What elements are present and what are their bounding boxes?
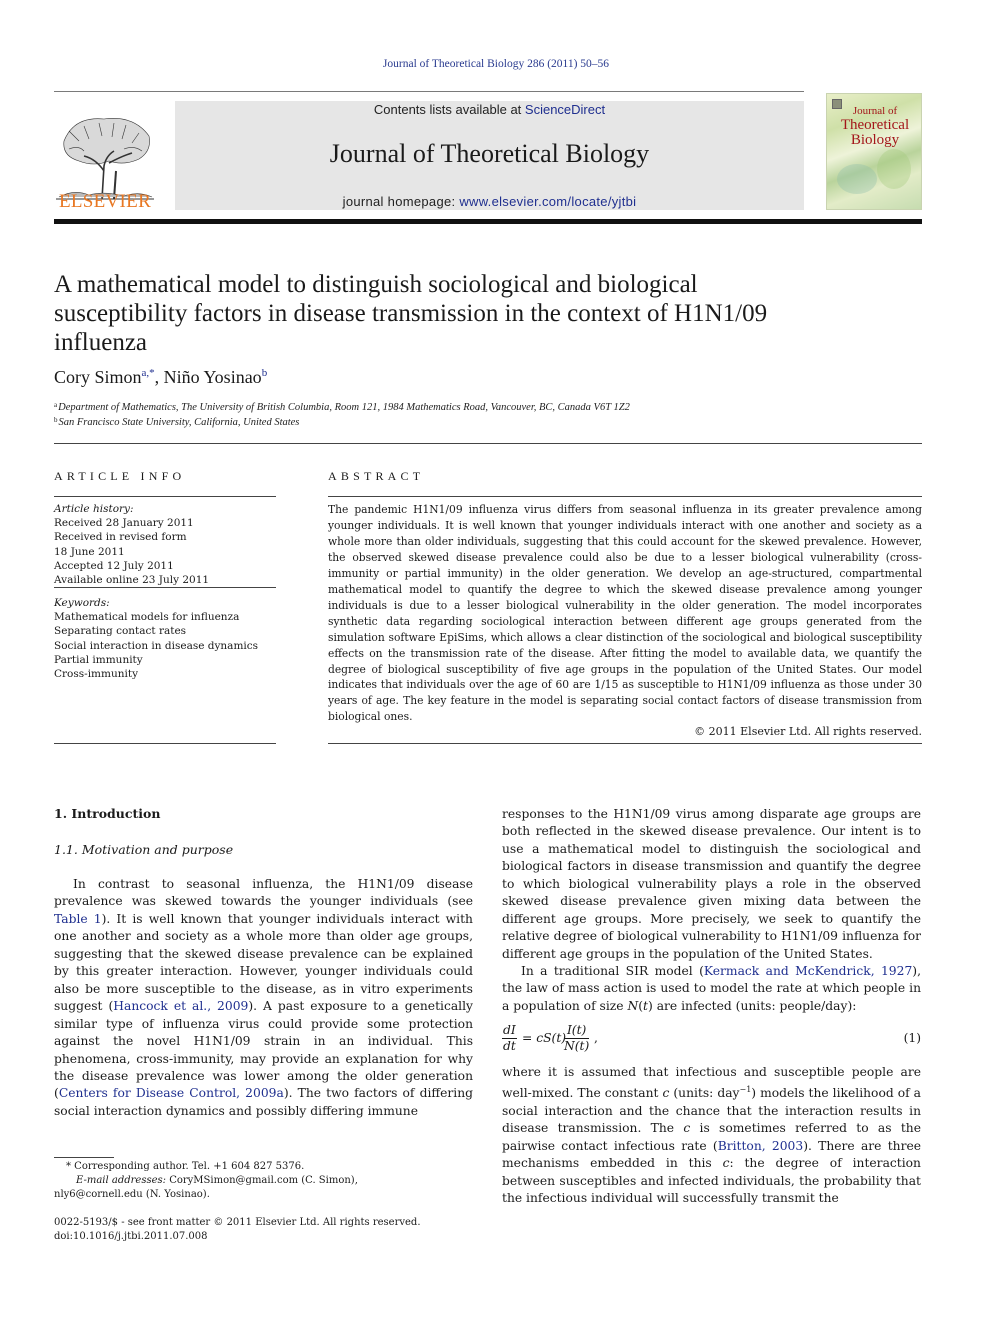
journal-title: Journal of Theoretical Biology	[329, 139, 650, 168]
header-top-rule	[54, 91, 804, 92]
article-info-heading: ARTICLE INFO	[54, 469, 186, 483]
text-run: ). It is well known that younger individ…	[54, 911, 473, 1014]
cover-title-line: Journal of	[852, 105, 898, 117]
elsevier-wordmark: ELSEVIER	[58, 191, 152, 212]
fraction-denominator: N(t)	[564, 1039, 590, 1053]
history-item: Received in revised form	[54, 531, 187, 544]
email-link[interactable]: nly6@cornell.edu (N. Yosinao).	[54, 1188, 474, 1202]
divider	[328, 496, 922, 497]
author-separator: ,	[154, 367, 164, 387]
author-name: Cory Simon	[54, 367, 142, 387]
divider	[328, 743, 922, 744]
equation-1: dI dt = cS(t) I(t) N(t) , (1)	[502, 1023, 921, 1059]
running-head[interactable]: Journal of Theoretical Biology 286 (2011…	[0, 58, 992, 70]
keywords-label: Keywords:	[54, 597, 110, 609]
equation-punctuation: ,	[594, 1031, 598, 1045]
keyword-item: Social interaction in disease dynamics	[54, 639, 259, 652]
history-item: 18 June 2011	[54, 545, 125, 558]
homepage-prefix: journal homepage:	[342, 194, 460, 209]
abstract-heading: ABSTRACT	[328, 469, 425, 483]
affiliation-mark: b	[54, 416, 58, 424]
keywords: Keywords: Mathematical models for influe…	[54, 596, 276, 681]
equation-rhs-fraction: I(t) N(t)	[564, 1023, 590, 1054]
cover-title: Journal of Theoretical Biology	[827, 105, 921, 148]
keyword-item: Separating contact rates	[54, 625, 187, 638]
citation-link[interactable]: Britton, 2003	[718, 1139, 804, 1153]
contents-prefix: Contents lists available at	[373, 102, 525, 117]
abstract-copyright: © 2011 Elsevier Ltd. All rights reserved…	[694, 725, 922, 738]
author-list: Cory Simona,*, Niño Yosinaob	[54, 367, 267, 388]
divider	[54, 496, 276, 497]
footnotes: * Corresponding author. Tel. +1 604 827 …	[54, 1160, 474, 1202]
issn-line: 0022-5193/$ - see front matter © 2011 El…	[54, 1217, 421, 1228]
keyword-item: Mathematical models for influenza	[54, 611, 240, 624]
fraction-numerator: dI	[502, 1023, 517, 1039]
email-footnote: E-mail addresses: CoryMSimon@gmail.com (…	[54, 1174, 474, 1188]
text-run: In contrast to seasonal influenza, the H…	[54, 877, 473, 909]
affiliation-text: Department of Mathematics, The Universit…	[58, 402, 630, 413]
citation-link[interactable]: Hancock et al., 2009	[113, 999, 248, 1013]
equation-number: (1)	[903, 1031, 921, 1045]
divider	[54, 743, 276, 744]
sciencedirect-link[interactable]: ScienceDirect	[525, 102, 605, 117]
keyword-item: Partial immunity	[54, 653, 143, 666]
text-run: (units: day	[669, 1086, 740, 1101]
body-paragraph: responses to the H1N1/09 virus among dis…	[502, 807, 921, 961]
divider	[54, 443, 922, 444]
cover-texture	[877, 149, 911, 189]
keyword-item: Cross-immunity	[54, 668, 139, 681]
author-name: Niño Yosinao	[163, 367, 262, 387]
corresponding-author-footnote: * Corresponding author. Tel. +1 604 827 …	[66, 1161, 305, 1172]
table-reference-link[interactable]: Table 1	[54, 912, 102, 926]
cover-title-line: Theoretical	[840, 117, 910, 133]
front-matter: 0022-5193/$ - see front matter © 2011 El…	[54, 1216, 474, 1244]
author-affiliation-mark[interactable]: b	[262, 367, 268, 379]
article-history: Article history: Received 28 January 201…	[54, 502, 276, 587]
abstract-text: The pandemic H1N1/09 influenza virus dif…	[328, 503, 922, 724]
divider	[54, 587, 276, 588]
homepage-line: journal homepage: www.elsevier.com/locat…	[175, 194, 804, 209]
history-item: Accepted 12 July 2011	[54, 559, 174, 572]
citation-link[interactable]: Centers for Disease Control, 2009a	[59, 1086, 284, 1100]
cover-texture	[837, 164, 877, 194]
fraction-denominator: dt	[502, 1039, 516, 1053]
email-label: E-mail addresses:	[76, 1175, 167, 1186]
text-run: ) are infected (units: people/day):	[647, 998, 857, 1013]
fraction-numerator: I(t)	[564, 1023, 590, 1039]
footnote-rule	[54, 1157, 114, 1158]
citation-link[interactable]: Kermack and McKendrick, 1927	[704, 964, 912, 978]
affiliation-text: San Francisco State University, Californ…	[58, 417, 300, 428]
equation-middle: = cS(t)	[522, 1031, 567, 1045]
affiliation-a: aDepartment of Mathematics, The Universi…	[54, 401, 630, 413]
affiliation-mark: a	[54, 401, 58, 409]
header-thick-rule	[54, 219, 922, 224]
article-history-label: Article history:	[54, 503, 134, 515]
subsection-heading-motivation: 1.1. Motivation and purpose	[54, 842, 234, 857]
email-link[interactable]: CoryMSimon@gmail.com (C. Simon),	[166, 1175, 358, 1186]
cover-title-line: Biology	[850, 132, 900, 148]
equation-lhs-fraction: dI dt	[502, 1023, 517, 1054]
history-item: Available online 23 July 2011	[54, 574, 210, 587]
text-run: In a traditional SIR model (	[521, 964, 704, 978]
journal-cover-image[interactable]: Journal of Theoretical Biology	[826, 93, 922, 210]
contents-line: Contents lists available at ScienceDirec…	[175, 102, 804, 117]
affiliation-b: bSan Francisco State University, Califor…	[54, 416, 299, 428]
history-item: Received 28 January 2011	[54, 517, 194, 530]
superscript: −1	[739, 1085, 752, 1095]
body-paragraph: In contrast to seasonal influenza, the H…	[54, 876, 473, 1120]
article-title: A mathematical model to distinguish soci…	[54, 271, 768, 356]
math-variable: N	[627, 998, 639, 1013]
author-affiliation-mark[interactable]: a,*	[142, 367, 155, 379]
doi-link[interactable]: doi:10.1016/j.jtbi.2011.07.008	[54, 1230, 474, 1244]
body-paragraph: where it is assumed that infectious and …	[502, 1064, 921, 1208]
journal-homepage-link[interactable]: www.elsevier.com/locate/yjtbi	[459, 194, 636, 209]
section-heading-introduction: 1. Introduction	[54, 806, 161, 821]
body-paragraph: In a traditional SIR model (Kermack and …	[502, 963, 921, 1015]
